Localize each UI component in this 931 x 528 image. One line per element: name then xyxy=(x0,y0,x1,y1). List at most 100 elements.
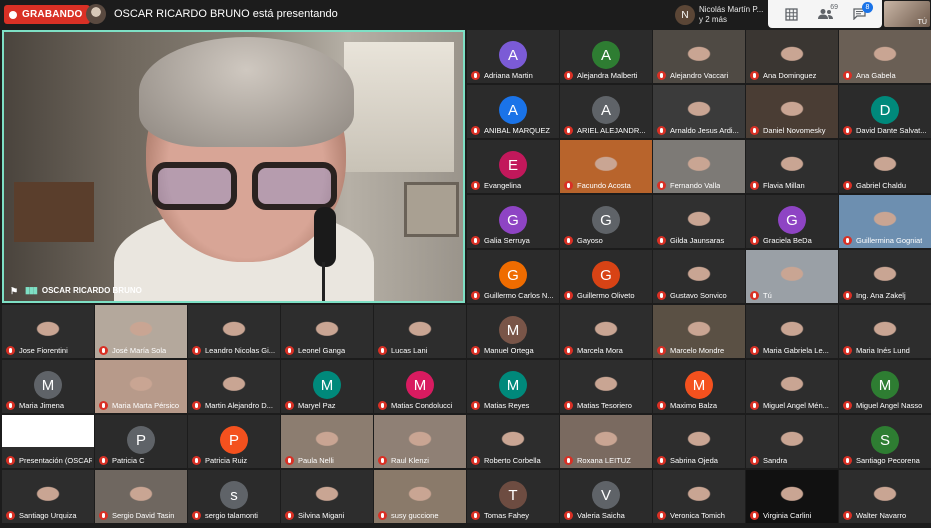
participant-tile[interactable]: s sergio talamonti xyxy=(188,470,280,523)
participant-label: Tomas Fahey xyxy=(471,511,557,520)
participant-tile[interactable]: E Evangelina xyxy=(467,140,559,193)
participant-tile[interactable]: Leonel Ganga xyxy=(281,305,373,358)
mic-muted-icon xyxy=(6,456,15,465)
main-speaker-tile[interactable]: ⚑ ▮▮▮ OSCAR RICARDO BRUNO xyxy=(2,30,465,303)
participant-tile[interactable]: M Maryel Paz xyxy=(281,360,373,413)
participant-tile[interactable]: Walter Navarro xyxy=(839,470,931,523)
participant-tile[interactable]: Alejandro Vaccari xyxy=(653,30,745,83)
participant-tile[interactable]: V Valeria Saicha xyxy=(560,470,652,523)
participant-avatar: s xyxy=(220,481,248,509)
participant-tile[interactable]: Guillermina Gogniat xyxy=(839,195,931,248)
participant-tile[interactable]: G Guillermo Carlos N... xyxy=(467,250,559,303)
participant-tile[interactable]: susy guccione xyxy=(374,470,466,523)
mic-muted-icon xyxy=(99,401,108,410)
participant-tile[interactable]: A ANIBAL MARQUEZ xyxy=(467,85,559,138)
participant-tile[interactable]: Maria Inés Lund xyxy=(839,305,931,358)
participant-avatar: G xyxy=(499,206,527,234)
participant-tile[interactable]: Tú xyxy=(746,250,838,303)
participant-tile[interactable]: Roberto Corbella xyxy=(467,415,559,468)
participant-tile[interactable]: P Patricia Ruiz xyxy=(188,415,280,468)
mic-muted-icon xyxy=(657,181,666,190)
participant-tile[interactable]: Daniel Novomesky xyxy=(746,85,838,138)
participant-label: Matias Condolucci xyxy=(378,401,464,410)
participant-label: Daniel Novomesky xyxy=(750,126,836,135)
participant-tile[interactable]: M Miguel Angel Nasso xyxy=(839,360,931,413)
participant-tile[interactable]: G Guillermo Oliveto xyxy=(560,250,652,303)
participant-tile[interactable]: P Patricia C xyxy=(95,415,187,468)
participant-tile[interactable]: Miguel Angel Mén... xyxy=(746,360,838,413)
participant-tile[interactable]: Ana Dominguez xyxy=(746,30,838,83)
mic-muted-icon xyxy=(285,511,294,520)
participant-tile[interactable]: Raul Klenzi xyxy=(374,415,466,468)
layout-button[interactable] xyxy=(780,3,802,25)
participant-tile[interactable]: A Alejandra Malberti xyxy=(560,30,652,83)
raised-hands-chip[interactable]: N Nicolás Martín P... y 2 más xyxy=(675,3,763,27)
participant-tile[interactable]: M Matias Condolucci xyxy=(374,360,466,413)
mic-muted-icon xyxy=(750,346,759,355)
participant-label: Gabriel Chaldu xyxy=(843,181,929,190)
participant-tile[interactable]: Leandro Nicolas Gi... xyxy=(188,305,280,358)
participant-tile[interactable]: Maria Gabriela Le... xyxy=(746,305,838,358)
participant-tile[interactable]: Flavia Millan xyxy=(746,140,838,193)
participant-tile[interactable]: G Galia Serruya xyxy=(467,195,559,248)
participant-tile[interactable]: M Maximo Balza xyxy=(653,360,745,413)
participant-tile[interactable]: Veronica Tomich xyxy=(653,470,745,523)
pin-icon[interactable]: ⚑ xyxy=(10,286,20,296)
participant-tile[interactable]: G Gayoso xyxy=(560,195,652,248)
mic-muted-icon xyxy=(471,71,480,80)
participant-label: Alejandro Vaccari xyxy=(657,71,743,80)
mic-muted-icon xyxy=(192,511,201,520)
participant-tile[interactable]: Ing. Ana Zakelj xyxy=(839,250,931,303)
participant-tile[interactable]: Presentación (OSCAR RICA... xyxy=(2,415,94,468)
participant-tile[interactable]: Maria Marta Pérsico xyxy=(95,360,187,413)
participant-tile[interactable]: D David Dante Salvat... xyxy=(839,85,931,138)
participant-tile[interactable]: Arnaldo Jesus Ardi... xyxy=(653,85,745,138)
participant-tile[interactable]: Lucas Lani xyxy=(374,305,466,358)
participant-tile[interactable]: A ARIEL ALEJANDR... xyxy=(560,85,652,138)
mic-muted-icon xyxy=(843,126,852,135)
participant-tile[interactable]: Sabrina Ojeda xyxy=(653,415,745,468)
participant-tile[interactable]: Sandra xyxy=(746,415,838,468)
participant-tile[interactable]: T Tomas Fahey xyxy=(467,470,559,523)
participant-tile[interactable]: Silvina Migani xyxy=(281,470,373,523)
participant-tile[interactable]: Ana Gabela xyxy=(839,30,931,83)
mic-muted-icon xyxy=(564,401,573,410)
participant-name: susy guccione xyxy=(391,511,439,520)
participant-tile[interactable]: Virginia Carlini xyxy=(746,470,838,523)
participant-tile[interactable]: Matias Tesoriero xyxy=(560,360,652,413)
participant-tile[interactable]: Marcelo Mondre xyxy=(653,305,745,358)
participant-tile[interactable]: Gabriel Chaldu xyxy=(839,140,931,193)
participant-name: Santiago Pecorena xyxy=(856,456,920,465)
main-speaker-label: ⚑ ▮▮▮ OSCAR RICARDO BRUNO xyxy=(10,285,142,296)
self-view-thumbnail[interactable]: TÚ xyxy=(884,1,930,27)
participant-tile[interactable]: Jose Fiorentini xyxy=(2,305,94,358)
participant-tile[interactable]: A Adriana Martin xyxy=(467,30,559,83)
grid-icon xyxy=(784,7,798,21)
participant-tile[interactable]: G Graciela BeDa xyxy=(746,195,838,248)
participant-tile[interactable]: Martin Alejandro D... xyxy=(188,360,280,413)
participant-name: Gustavo Sonvico xyxy=(670,291,727,300)
participant-tile[interactable]: Paula Nelli xyxy=(281,415,373,468)
participant-tile[interactable]: M Maria Jimena xyxy=(2,360,94,413)
participant-avatar: E xyxy=(499,151,527,179)
participant-tile[interactable]: José María Sola xyxy=(95,305,187,358)
chat-button[interactable]: 8 xyxy=(848,2,873,25)
mic-muted-icon xyxy=(471,456,480,465)
presenter-status: OSCAR RICARDO BRUNO está presentando xyxy=(114,8,338,20)
participant-tile[interactable]: S Santiago Pecorena xyxy=(839,415,931,468)
participant-tile[interactable]: M Matias Reyes xyxy=(467,360,559,413)
participant-tile[interactable]: Gustavo Sonvico xyxy=(653,250,745,303)
participant-label: Maryel Paz xyxy=(285,401,371,410)
participant-tile[interactable]: Santiago Urquiza xyxy=(2,470,94,523)
participant-tile[interactable]: Facundo Acosta xyxy=(560,140,652,193)
participant-tile[interactable]: Gilda Jaunsaras xyxy=(653,195,745,248)
participant-tile[interactable]: M Manuel Ortega xyxy=(467,305,559,358)
participant-tile[interactable]: Fernando Valla xyxy=(653,140,745,193)
participant-tile[interactable]: Marcela Mora xyxy=(560,305,652,358)
participant-tile[interactable]: Sergio David Tasin xyxy=(95,470,187,523)
participant-tile[interactable]: Roxana LEITUZ xyxy=(560,415,652,468)
participant-name: Miguel Angel Mén... xyxy=(763,401,829,410)
participant-label: Leonel Ganga xyxy=(285,346,371,355)
participants-button[interactable]: 69 xyxy=(814,3,838,25)
participant-name: ARIEL ALEJANDR... xyxy=(577,126,646,135)
